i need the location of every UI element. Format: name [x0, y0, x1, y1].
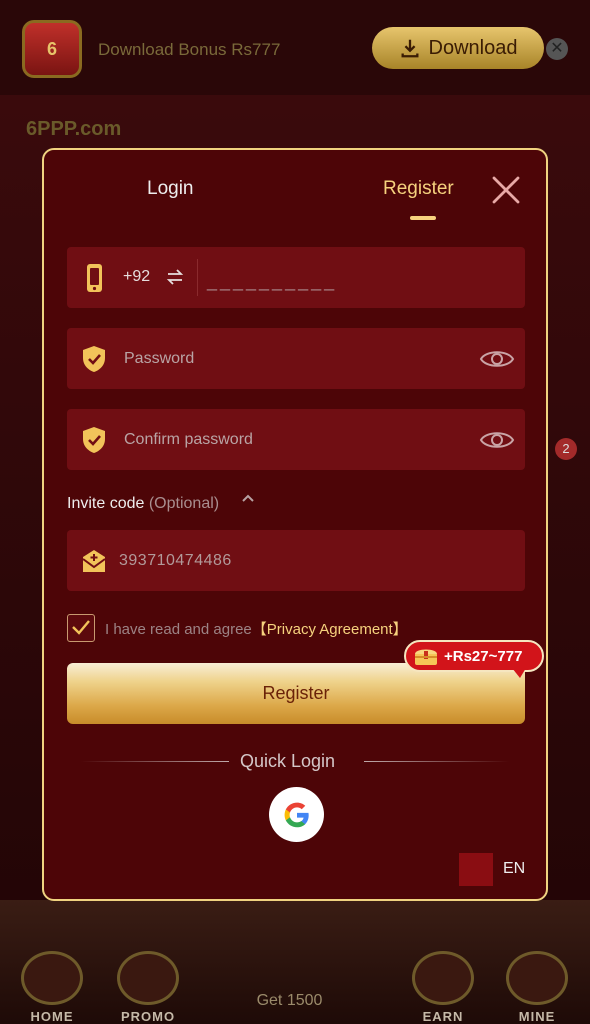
check-icon: [72, 620, 90, 635]
invite-code-label: Invite code (Optional): [67, 495, 219, 513]
app-logo: 6: [22, 20, 82, 78]
divider-right: [364, 761, 509, 762]
phone-icon: [87, 264, 102, 292]
nav-earn[interactable]: EARN: [403, 950, 483, 1024]
tab-login[interactable]: Login: [147, 178, 194, 200]
shield-icon: [83, 346, 105, 372]
notification-badge: 2: [555, 438, 577, 460]
bonus-badge-tail: [512, 668, 526, 678]
phone-input[interactable]: __________: [207, 271, 337, 292]
header-logo-text: 6PPP.com: [26, 118, 122, 140]
mine-icon: [506, 951, 568, 1005]
promo-icon: [117, 951, 179, 1005]
agreement-label: I have read and agree: [105, 621, 252, 638]
tab-register[interactable]: Register: [383, 178, 454, 200]
nav-home[interactable]: HOME: [12, 950, 92, 1024]
treasure-chest-icon: [415, 649, 437, 665]
agree-checkbox[interactable]: [67, 614, 95, 642]
nav-mine-label: MINE: [518, 1009, 556, 1024]
nav-get-bonus[interactable]: Get 1500: [232, 992, 347, 1010]
download-icon: [401, 39, 418, 58]
password-field[interactable]: Password: [67, 328, 525, 389]
privacy-agreement-link[interactable]: 【Privacy Agreement】: [252, 621, 408, 638]
bonus-badge-text: +Rs27~777: [444, 647, 523, 665]
phone-field[interactable]: +92 __________: [67, 247, 525, 308]
password-input[interactable]: Password: [124, 350, 194, 368]
register-modal: Login Register +92 __________ Password C…: [42, 148, 548, 901]
register-button[interactable]: Register: [67, 663, 525, 724]
eye-icon[interactable]: [479, 427, 515, 453]
envelope-icon: [82, 550, 106, 572]
app-top-banner: 6 Download Bonus Rs777 Download ✕: [0, 0, 590, 95]
eye-icon[interactable]: [479, 346, 515, 372]
nav-promo-label: PROMO: [120, 1009, 176, 1024]
invite-code-label-text: Invite code: [67, 495, 145, 512]
chevron-up-icon[interactable]: [241, 492, 255, 504]
invite-code-input[interactable]: 393710474486: [119, 552, 232, 570]
google-icon: [284, 802, 309, 827]
confirm-password-field[interactable]: Confirm password: [67, 409, 525, 470]
shield-icon: [83, 427, 105, 453]
country-code[interactable]: +92: [123, 268, 150, 286]
active-tab-indicator: [410, 216, 436, 220]
swap-arrows-icon[interactable]: [165, 267, 185, 287]
download-button[interactable]: Download: [372, 27, 544, 69]
google-login-button[interactable]: [269, 787, 324, 842]
download-label: Download: [428, 36, 518, 59]
earn-icon: [412, 951, 474, 1005]
close-icon[interactable]: [490, 174, 522, 206]
agreement-text: I have read and agree【Privacy Agreement】: [105, 618, 408, 639]
field-divider: [197, 259, 198, 296]
invite-code-field[interactable]: 393710474486: [67, 530, 525, 591]
nav-home-label: HOME: [30, 1009, 74, 1024]
invite-optional-text: (Optional): [148, 495, 220, 512]
banner-close-icon[interactable]: ✕: [546, 38, 568, 60]
nav-mine[interactable]: MINE: [497, 950, 577, 1024]
divider-left: [81, 761, 229, 762]
home-icon: [21, 951, 83, 1005]
quick-login-label: Quick Login: [240, 751, 336, 771]
nav-earn-label: EARN: [422, 1009, 464, 1024]
confirm-password-input[interactable]: Confirm password: [124, 431, 253, 449]
flag-icon[interactable]: [459, 853, 493, 886]
download-bonus-text: Download Bonus Rs777: [98, 40, 281, 59]
register-button-label: Register: [262, 683, 330, 703]
language-selector[interactable]: EN: [503, 860, 525, 878]
nav-promo[interactable]: PROMO: [108, 950, 188, 1024]
